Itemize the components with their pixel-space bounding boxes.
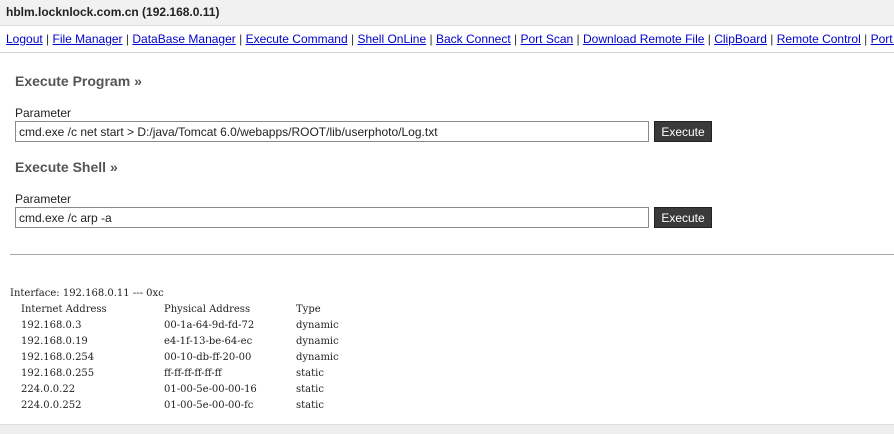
nav-separator: | xyxy=(707,32,711,46)
execute-program-title-text: Execute Program xyxy=(15,73,131,89)
nav-link-back-connect[interactable]: Back Connect xyxy=(436,32,511,46)
execute-shell-button[interactable]: Execute xyxy=(654,207,712,228)
arp-type: dynamic xyxy=(296,352,339,363)
nav-link-shell-online[interactable]: Shell OnLine xyxy=(357,32,426,46)
arp-internet-address: 192.168.0.3 xyxy=(21,320,82,331)
nav-separator: | xyxy=(429,32,433,46)
arp-physical-address: 00-1a-64-9d-fd-72 xyxy=(164,320,255,331)
nav-link-file-manager[interactable]: File Manager xyxy=(53,32,123,46)
nav-separator: | xyxy=(125,32,130,46)
arp-internet-address: 224.0.0.22 xyxy=(21,384,76,395)
arp-header-physical: Physical Address xyxy=(164,304,251,315)
arp-header-row: Internet Address Physical Address Type xyxy=(10,302,356,318)
arp-row: 224.0.0.252 01-00-5e-00-00-fc static xyxy=(10,398,356,414)
execute-shell-title: Execute Shell» xyxy=(15,159,118,175)
nav-separator: | xyxy=(514,32,518,46)
raquo-icon: » xyxy=(134,73,142,89)
execute-program-title: Execute Program» xyxy=(15,73,142,89)
divider xyxy=(10,254,894,255)
nav-link-database-manager[interactable]: DataBase Manager xyxy=(132,32,235,46)
interface-line: Interface: 192.168.0.11 --- 0xc xyxy=(10,288,164,299)
arp-type: static xyxy=(296,384,324,395)
arp-internet-address: 192.168.0.19 xyxy=(21,336,88,347)
header-bar: hblm.locknlock.com.cn (192.168.0.11) xyxy=(0,0,894,26)
shell-parameter-label: Parameter xyxy=(15,192,72,206)
arp-row: 192.168.0.19 e4-1f-13-be-64-ec dynamic xyxy=(10,334,356,350)
nav-link-execute-command[interactable]: Execute Command xyxy=(246,32,348,46)
program-parameter-label: Parameter xyxy=(15,106,72,120)
arp-row: 192.168.0.3 00-1a-64-9d-fd-72 dynamic xyxy=(10,318,356,334)
command-output: Interface: 192.168.0.11 --- 0xc Internet… xyxy=(10,286,356,414)
nav-link-download-remote-file[interactable]: Download Remote File xyxy=(583,32,704,46)
nav-separator: | xyxy=(770,32,774,46)
nav-link-remote-control[interactable]: Remote Control xyxy=(777,32,861,46)
arp-type: dynamic xyxy=(296,320,339,331)
arp-physical-address: ff-ff-ff-ff-ff-ff xyxy=(164,368,222,379)
arp-physical-address: 01-00-5e-00-00-fc xyxy=(164,400,254,411)
arp-row: 192.168.0.254 00-10-db-ff-20-00 dynamic xyxy=(10,350,356,366)
nav-link-port-map[interactable]: Port Map xyxy=(871,32,894,46)
nav-separator: | xyxy=(864,32,868,46)
host-ip: (192.168.0.11) xyxy=(142,5,220,19)
host-title: hblm.locknlock.com.cn (192.168.0.11) xyxy=(6,5,219,19)
nav-separator: | xyxy=(46,32,50,46)
nav-separator: | xyxy=(576,32,580,46)
arp-physical-address: 01-00-5e-00-00-16 xyxy=(164,384,257,395)
execute-shell-title-text: Execute Shell xyxy=(15,159,107,175)
arp-type: static xyxy=(296,400,324,411)
nav-separator: | xyxy=(350,32,355,46)
arp-internet-address: 192.168.0.255 xyxy=(21,368,95,379)
nav-separator: | xyxy=(239,32,243,46)
nav-bar: Logout | File Manager | DataBase Manager… xyxy=(0,27,894,53)
nav-links: Logout | File Manager | DataBase Manager… xyxy=(6,32,894,46)
nav-link-logout[interactable]: Logout xyxy=(6,32,43,46)
program-parameter-input[interactable] xyxy=(15,121,649,142)
nav-link-clipboard[interactable]: ClipBoard xyxy=(714,32,767,46)
footer-bar xyxy=(0,424,894,434)
arp-internet-address: 224.0.0.252 xyxy=(21,400,82,411)
arp-row: 192.168.0.255 ff-ff-ff-ff-ff-ff static xyxy=(10,366,356,382)
arp-physical-address: e4-1f-13-be-64-ec xyxy=(164,336,253,347)
arp-internet-address: 192.168.0.254 xyxy=(21,352,95,363)
nav-link-port-scan[interactable]: Port Scan xyxy=(521,32,574,46)
arp-type: dynamic xyxy=(296,336,339,347)
arp-rows: 192.168.0.3 00-1a-64-9d-fd-72 dynamic 192.1… xyxy=(10,318,356,414)
arp-header-type: Type xyxy=(296,304,321,315)
host-name: hblm.locknlock.com.cn xyxy=(6,5,139,19)
shell-parameter-input[interactable] xyxy=(15,207,649,228)
arp-type: static xyxy=(296,368,324,379)
raquo-icon: » xyxy=(110,159,118,175)
arp-header-internet: Internet Address xyxy=(21,304,107,315)
arp-physical-address: 00-10-db-ff-20-00 xyxy=(164,352,252,363)
execute-program-button[interactable]: Execute xyxy=(654,121,712,142)
arp-row: 224.0.0.22 01-00-5e-00-00-16 static xyxy=(10,382,356,398)
